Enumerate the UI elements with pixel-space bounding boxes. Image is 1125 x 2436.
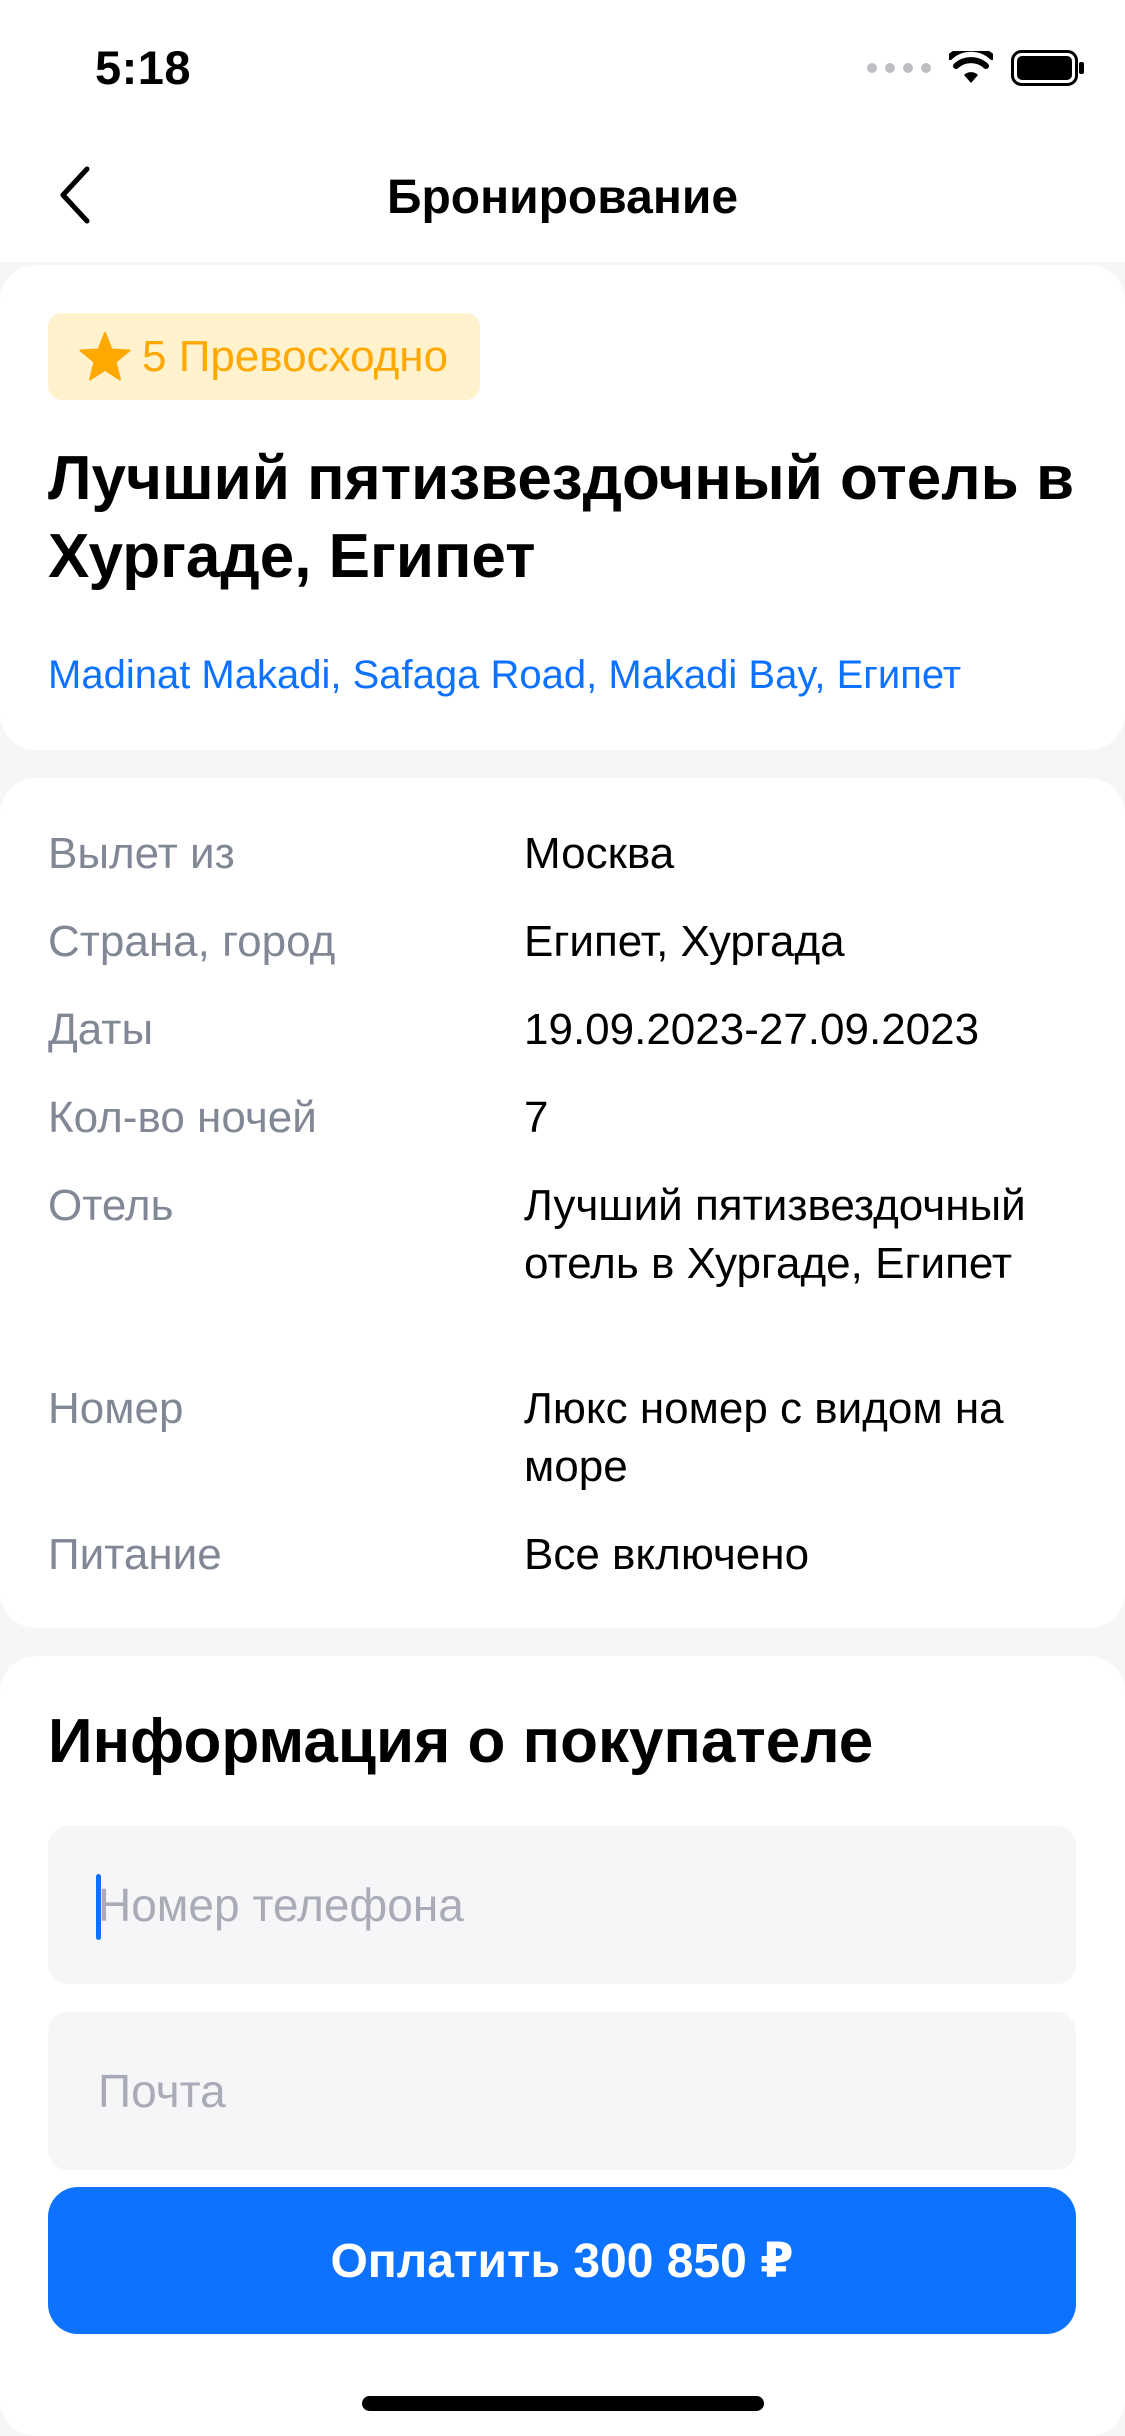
status-time: 5:18 (95, 41, 192, 94)
battery-icon (1011, 50, 1084, 86)
detail-value: Москва (524, 829, 675, 878)
star-icon (79, 331, 131, 380)
nav-bar: Бронирование (0, 130, 1125, 262)
detail-label: Страна, город (48, 917, 336, 966)
hotel-address-link[interactable]: Madinat Makadi, Safaga Road, Makadi Bay,… (48, 653, 961, 698)
cellular-signal-icon (867, 63, 931, 73)
detail-value: Египет, Хургада (524, 917, 845, 966)
section-title: Информация о покупателе (48, 1707, 874, 1776)
hotel-name: Лучший пятизвездочный отель в Хургаде, Е… (48, 444, 1075, 591)
detail-value: 19.09.2023-27.09.2023 (524, 1005, 980, 1054)
detail-value: 7 (524, 1093, 549, 1142)
detail-label: Вылет из (48, 829, 235, 878)
detail-value: Лучший пятизвездочный отель в Хургаде, Е… (524, 1181, 1026, 1288)
status-bar: 5:18 (0, 0, 1125, 130)
wifi-icon (949, 51, 993, 83)
detail-value: Все включено (524, 1530, 810, 1579)
detail-label: Даты (48, 1005, 154, 1054)
detail-label: Номер (48, 1384, 184, 1433)
rating-badge: 5 Превосходно (48, 313, 481, 400)
detail-label: Отель (48, 1181, 174, 1230)
booking-details-card: Вылет из Москва Страна, город Египет, Ху… (0, 778, 1125, 1628)
detail-label: Питание (48, 1530, 222, 1579)
page-title: Бронирование (386, 171, 739, 224)
home-indicator (362, 2396, 764, 2411)
hotel-card: 5 Превосходно Лучший пятизвездочный отел… (0, 265, 1125, 750)
detail-label: Кол-во ночей (48, 1093, 317, 1142)
status-icons (867, 50, 1085, 86)
pay-button[interactable]: Оплатить 300 850 ₽ (48, 2187, 1076, 2334)
rating-text: 5 Превосходно (142, 331, 449, 381)
text-cursor (96, 1874, 101, 1940)
email-input[interactable] (48, 2012, 1076, 2170)
phone-input[interactable] (48, 1826, 1076, 1984)
detail-value: Люкс номер с видом на море (524, 1384, 1004, 1491)
